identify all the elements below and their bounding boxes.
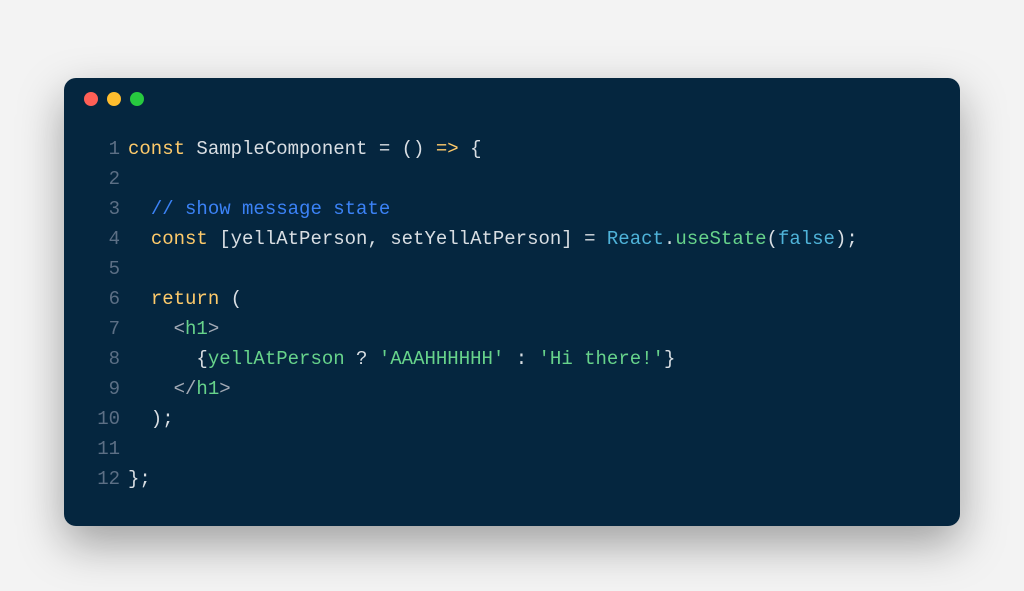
line-content: }; — [128, 464, 938, 494]
line-content: const SampleComponent = () => { — [128, 134, 938, 164]
code-token: => — [436, 138, 459, 160]
code-token: </ — [174, 378, 197, 400]
code-token: } — [664, 348, 675, 370]
traffic-light-zoom-icon[interactable] — [130, 92, 144, 106]
line-content — [128, 254, 938, 284]
line-number: 7 — [86, 314, 120, 344]
line-content: {yellAtPerson ? 'AAAHHHHHH' : 'Hi there!… — [128, 344, 938, 374]
code-token: { — [459, 138, 482, 160]
canvas: 1const SampleComponent = () => {23 // sh… — [0, 0, 1024, 591]
code-token: }; — [128, 468, 151, 490]
code-token — [128, 318, 174, 340]
code-line: 1 const SampleComponent = () => { — [86, 134, 938, 164]
code-token: yellAtPerson — [208, 348, 345, 370]
code-line: 2 — [86, 164, 938, 194]
code-token: ); — [128, 408, 174, 430]
code-token: SampleComponent = () — [185, 138, 436, 160]
code-token: [yellAtPerson, setYellAtPerson] = — [208, 228, 607, 250]
code-token: ( — [767, 228, 778, 250]
line-content: // show message state — [128, 194, 938, 224]
code-window: 1const SampleComponent = () => {23 // sh… — [64, 78, 960, 526]
code-token: . — [664, 228, 675, 250]
traffic-light-close-icon[interactable] — [84, 92, 98, 106]
code-token: useState — [675, 228, 766, 250]
traffic-light-minimize-icon[interactable] — [107, 92, 121, 106]
code-line: 10 ); — [86, 404, 938, 434]
code-token — [128, 228, 151, 250]
line-number: 3 — [86, 194, 120, 224]
line-number: 5 — [86, 254, 120, 284]
code-line: 3 // show message state — [86, 194, 938, 224]
line-number: 9 — [86, 374, 120, 404]
line-number: 1 — [86, 134, 120, 164]
line-number: 8 — [86, 344, 120, 374]
line-number: 4 — [86, 224, 120, 254]
code-token: < — [174, 318, 185, 340]
code-line: 5 — [86, 254, 938, 284]
code-token: React — [607, 228, 664, 250]
code-token: const — [128, 138, 185, 160]
code-token: : — [504, 348, 538, 370]
code-token: 'AAAHHHHHH' — [379, 348, 504, 370]
code-line: 8 {yellAtPerson ? 'AAAHHHHHH' : 'Hi ther… — [86, 344, 938, 374]
code-token: ? — [345, 348, 379, 370]
line-number: 2 — [86, 164, 120, 194]
code-token: > — [208, 318, 219, 340]
line-content: </h1> — [128, 374, 938, 404]
code-token: // show message state — [151, 198, 390, 220]
line-number: 11 — [86, 434, 120, 464]
code-line: 12}; — [86, 464, 938, 494]
code-token — [128, 198, 151, 220]
code-token: h1 — [185, 318, 208, 340]
line-number: 10 — [86, 404, 120, 434]
line-content — [128, 164, 938, 194]
code-token: const — [151, 228, 208, 250]
line-number: 6 — [86, 284, 120, 314]
code-token: false — [778, 228, 835, 250]
code-token — [128, 288, 151, 310]
code-token: > — [219, 378, 230, 400]
code-token: ); — [835, 228, 858, 250]
line-number: 12 — [86, 464, 120, 494]
code-token: return — [151, 288, 219, 310]
line-content: <h1> — [128, 314, 938, 344]
code-line: 4 const [yellAtPerson, setYellAtPerson] … — [86, 224, 938, 254]
line-content — [128, 434, 938, 464]
window-titlebar — [64, 78, 960, 120]
code-line: 7 <h1> — [86, 314, 938, 344]
code-token: ( — [219, 288, 242, 310]
code-token: 'Hi there!' — [539, 348, 664, 370]
code-line: 11 — [86, 434, 938, 464]
code-token — [128, 378, 174, 400]
code-token: h1 — [196, 378, 219, 400]
line-content: return ( — [128, 284, 938, 314]
code-block: 1const SampleComponent = () => {23 // sh… — [64, 120, 960, 494]
line-content: ); — [128, 404, 938, 434]
line-content: const [yellAtPerson, setYellAtPerson] = … — [128, 224, 938, 254]
code-line: 6 return ( — [86, 284, 938, 314]
code-line: 9 </h1> — [86, 374, 938, 404]
code-token: { — [128, 348, 208, 370]
